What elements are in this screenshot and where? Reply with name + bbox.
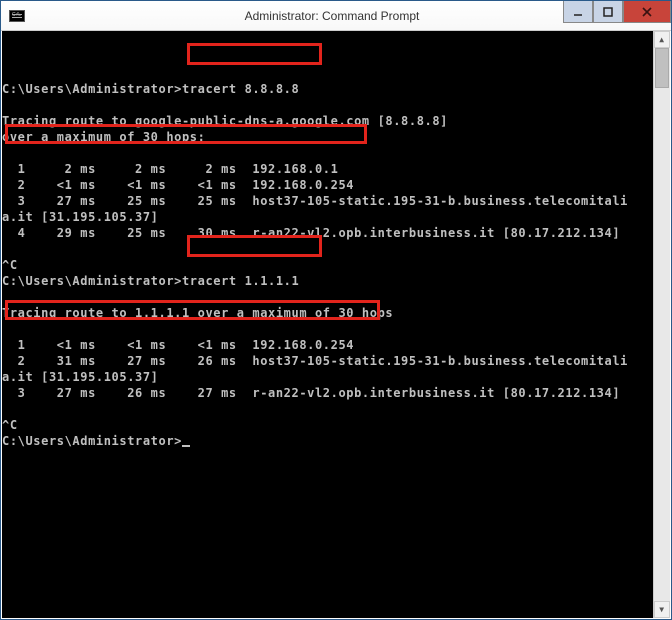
terminal-line: C:\Users\Administrator>tracert 1.1.1.1 bbox=[2, 273, 670, 289]
terminal-line: 2 <1 ms <1 ms <1 ms 192.168.0.254 bbox=[2, 177, 670, 193]
terminal-line: 3 27 ms 25 ms 25 ms host37-105-static.19… bbox=[2, 193, 670, 209]
minimize-button[interactable] bbox=[563, 1, 593, 23]
terminal-line: C:\Users\Administrator>tracert 8.8.8.8 bbox=[2, 81, 670, 97]
titlebar[interactable]: C:\\. Administrator: Command Prompt bbox=[1, 1, 671, 31]
command-prompt-window: C:\\. Administrator: Command Prompt C:\U… bbox=[0, 0, 672, 620]
maximize-icon bbox=[603, 7, 613, 17]
terminal-line: over a maximum of 30 hops: bbox=[2, 129, 670, 145]
terminal-line: Tracing route to 1.1.1.1 over a maximum … bbox=[2, 305, 670, 321]
terminal-line bbox=[2, 65, 670, 81]
terminal-line: 1 2 ms 2 ms 2 ms 192.168.0.1 bbox=[2, 161, 670, 177]
terminal-line: 3 27 ms 26 ms 27 ms r-an22-vl2.opb.inter… bbox=[2, 385, 670, 401]
close-button[interactable] bbox=[623, 1, 671, 23]
terminal-line: Tracing route to google-public-dns-a.goo… bbox=[2, 113, 670, 129]
terminal-line: 1 <1 ms <1 ms <1 ms 192.168.0.254 bbox=[2, 337, 670, 353]
maximize-button[interactable] bbox=[593, 1, 623, 23]
window-controls bbox=[563, 1, 671, 23]
terminal-line bbox=[2, 321, 670, 337]
scroll-up-button[interactable]: ▲ bbox=[654, 31, 670, 48]
terminal-output[interactable]: C:\Users\Administrator>tracert 8.8.8.8 Tr… bbox=[2, 31, 670, 618]
cursor bbox=[182, 445, 190, 447]
scroll-down-button[interactable]: ▼ bbox=[654, 601, 670, 618]
terminal-line: a.it [31.195.105.37] bbox=[2, 209, 670, 225]
scrollbar[interactable]: ▲ ▼ bbox=[653, 31, 670, 618]
terminal-line: 4 29 ms 25 ms 30 ms r-an22-vl2.opb.inter… bbox=[2, 225, 670, 241]
terminal-line bbox=[2, 145, 670, 161]
hl-cmd1 bbox=[187, 43, 322, 65]
terminal-line bbox=[2, 289, 670, 305]
terminal-line: ^C bbox=[2, 257, 670, 273]
terminal-line: 2 31 ms 27 ms 26 ms host37-105-static.19… bbox=[2, 353, 670, 369]
terminal-line bbox=[2, 97, 670, 113]
terminal-line: a.it [31.195.105.37] bbox=[2, 369, 670, 385]
cmd-icon: C:\\. bbox=[9, 10, 25, 22]
minimize-icon bbox=[573, 7, 583, 17]
terminal-line: C:\Users\Administrator> bbox=[2, 433, 670, 449]
scroll-track[interactable] bbox=[654, 48, 670, 601]
close-icon bbox=[642, 7, 652, 17]
scroll-thumb[interactable] bbox=[655, 48, 669, 88]
terminal-line bbox=[2, 401, 670, 417]
terminal-line: ^C bbox=[2, 417, 670, 433]
terminal-line bbox=[2, 241, 670, 257]
